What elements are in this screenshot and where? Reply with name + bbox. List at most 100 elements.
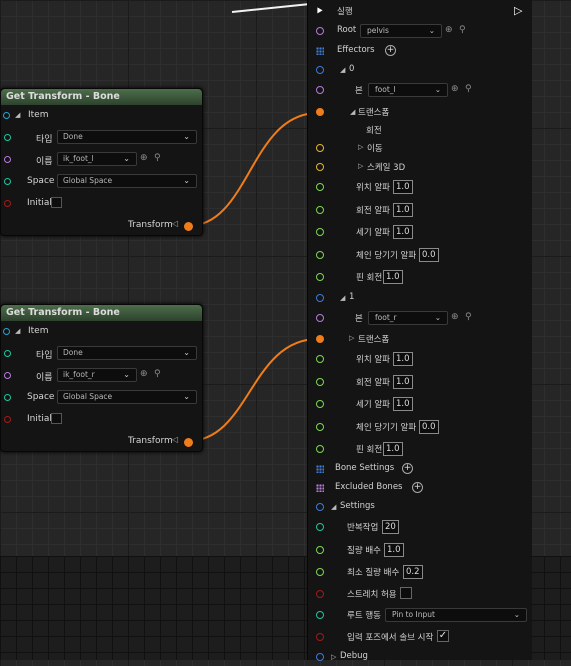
type-combo[interactable]: Done ⌄	[57, 130, 197, 144]
use-selected-icon[interactable]: ⊕	[451, 84, 459, 94]
search-icon[interactable]: ⚲	[465, 312, 472, 322]
exec-out-pin-icon[interactable]: ▷	[514, 4, 522, 17]
name-pin-icon[interactable]	[4, 372, 11, 379]
expand-triangle-icon[interactable]: ◢	[15, 111, 20, 119]
exec-wire	[231, 3, 311, 13]
initial-checkbox[interactable]	[51, 413, 62, 424]
effector-0-bone-combo[interactable]: foot_l ⌄	[368, 83, 448, 97]
int-pin-icon[interactable]	[316, 523, 324, 531]
iterations-input[interactable]: 20	[382, 520, 399, 534]
enum-pin-icon[interactable]	[316, 611, 324, 619]
pull-chain-alpha-input[interactable]: 0.0	[419, 248, 439, 262]
expand-triangle-icon[interactable]: ◢	[340, 66, 345, 74]
vector-pin-icon[interactable]	[316, 144, 324, 152]
use-selected-icon[interactable]: ⊕	[451, 312, 459, 322]
pull-chain-alpha-input[interactable]: 0.0	[419, 420, 439, 434]
pin-rotation-input[interactable]: 1.0	[383, 270, 403, 284]
search-icon[interactable]: ⚲	[154, 153, 161, 163]
min-mass-input[interactable]: 0.2	[403, 565, 423, 579]
transform-output-pin[interactable]	[184, 222, 193, 231]
bone-name-combo[interactable]: ik_foot_l ⌄	[57, 152, 137, 166]
name-row: 이름 ik_foot_l ⌄ ⊕ ⚲	[1, 149, 202, 171]
expand-triangle-icon[interactable]: ◢	[340, 294, 345, 302]
node-title[interactable]: Get Transform - Bone	[1, 305, 202, 321]
array-pin-icon[interactable]	[316, 47, 324, 55]
search-icon[interactable]: ⚲	[465, 84, 472, 94]
ik-node-details-panel[interactable]: ⯈ 실행 ▷ Root pelvis ⌄ ⊕ ⚲ Effectors + ◢ 0 …	[307, 0, 532, 661]
use-selected-icon[interactable]: ⊕	[445, 25, 453, 35]
use-selected-icon[interactable]: ⊕	[140, 153, 148, 163]
get-transform-bone-node-left[interactable]: Get Transform - Bone ◢ Item 타입 Done ⌄ 이름 …	[0, 88, 203, 236]
add-element-icon[interactable]: +	[412, 482, 423, 493]
allow-stretch-checkbox[interactable]	[400, 587, 412, 599]
float-pin-icon[interactable]	[316, 400, 324, 408]
float-pin-icon[interactable]	[316, 251, 324, 259]
name-pin-icon[interactable]	[4, 156, 11, 163]
enum-pin-icon[interactable]	[4, 134, 11, 141]
float-pin-icon[interactable]	[316, 206, 324, 214]
root-bone-combo[interactable]: pelvis ⌄	[360, 24, 442, 38]
search-icon[interactable]: ⚲	[154, 369, 161, 379]
get-transform-bone-node-right[interactable]: Get Transform - Bone ◢ Item 타입 Done ⌄ 이름 …	[0, 304, 203, 452]
name-pin-icon[interactable]	[316, 27, 324, 35]
rot-alpha-input[interactable]: 1.0	[393, 375, 413, 389]
float-pin-icon[interactable]	[316, 546, 324, 554]
effector-1-bone-combo[interactable]: foot_r ⌄	[368, 311, 448, 325]
bool-pin-icon[interactable]	[4, 200, 11, 207]
struct-pin-icon[interactable]	[316, 66, 324, 74]
strength-alpha-input[interactable]: 1.0	[393, 225, 413, 239]
pin-rotation-input[interactable]: 1.0	[383, 442, 403, 456]
enum-pin-icon[interactable]	[4, 350, 11, 357]
float-pin-icon[interactable]	[316, 568, 324, 576]
pos-alpha-input[interactable]: 1.0	[393, 180, 413, 194]
float-pin-icon[interactable]	[316, 273, 324, 281]
float-pin-icon[interactable]	[316, 355, 324, 363]
enum-pin-icon[interactable]	[4, 178, 11, 185]
float-pin-icon[interactable]	[316, 445, 324, 453]
start-from-input-checkbox[interactable]: ✓	[437, 630, 449, 642]
collapsed-triangle-icon[interactable]: ▷	[358, 162, 363, 170]
space-combo[interactable]: Global Space ⌄	[57, 174, 197, 188]
bool-pin-icon[interactable]	[316, 590, 324, 598]
array-pin-icon[interactable]	[316, 465, 324, 473]
transform-output-pin[interactable]	[184, 438, 193, 447]
struct-pin-icon[interactable]	[3, 112, 10, 119]
bone-name-combo[interactable]: ik_foot_r ⌄	[57, 368, 137, 382]
pos-alpha-input[interactable]: 1.0	[393, 352, 413, 366]
collapsed-triangle-icon[interactable]: ▷	[358, 143, 363, 151]
name-pin-icon[interactable]	[316, 86, 324, 94]
struct-pin-icon[interactable]	[316, 503, 324, 511]
float-pin-icon[interactable]	[316, 228, 324, 236]
name-pin-icon[interactable]	[316, 314, 324, 322]
rot-alpha-input[interactable]: 1.0	[393, 203, 413, 217]
type-combo[interactable]: Done ⌄	[57, 346, 197, 360]
collapsed-triangle-icon[interactable]: ▷	[349, 334, 354, 342]
strength-alpha-input[interactable]: 1.0	[393, 397, 413, 411]
transform-pin-icon[interactable]	[316, 108, 324, 116]
node-title[interactable]: Get Transform - Bone	[1, 89, 202, 105]
chevron-down-icon: ⌄	[513, 610, 520, 619]
use-selected-icon[interactable]: ⊕	[140, 369, 148, 379]
add-element-icon[interactable]: +	[402, 463, 413, 474]
exec-in-pin-icon[interactable]: ⯈	[315, 5, 324, 19]
enum-pin-icon[interactable]	[4, 394, 11, 401]
add-element-icon[interactable]: +	[385, 45, 396, 56]
root-behavior-combo[interactable]: Pin to Input ⌄	[385, 608, 527, 622]
vector-pin-icon[interactable]	[316, 163, 324, 171]
struct-pin-icon[interactable]	[3, 328, 10, 335]
transform-pin-icon[interactable]	[316, 335, 324, 343]
float-pin-icon[interactable]	[316, 378, 324, 386]
array-pin-icon[interactable]	[316, 484, 324, 492]
expand-triangle-icon[interactable]: ◢	[331, 503, 336, 511]
float-pin-icon[interactable]	[316, 183, 324, 191]
expand-triangle-icon[interactable]: ◢	[350, 108, 355, 116]
space-combo[interactable]: Global Space ⌄	[57, 390, 197, 404]
bool-pin-icon[interactable]	[4, 416, 11, 423]
float-pin-icon[interactable]	[316, 423, 324, 431]
mass-multiplier-input[interactable]: 1.0	[384, 543, 404, 557]
bool-pin-icon[interactable]	[316, 633, 324, 641]
initial-checkbox[interactable]	[51, 197, 62, 208]
search-icon[interactable]: ⚲	[459, 25, 466, 35]
expand-triangle-icon[interactable]: ◢	[15, 327, 20, 335]
struct-pin-icon[interactable]	[316, 294, 324, 302]
